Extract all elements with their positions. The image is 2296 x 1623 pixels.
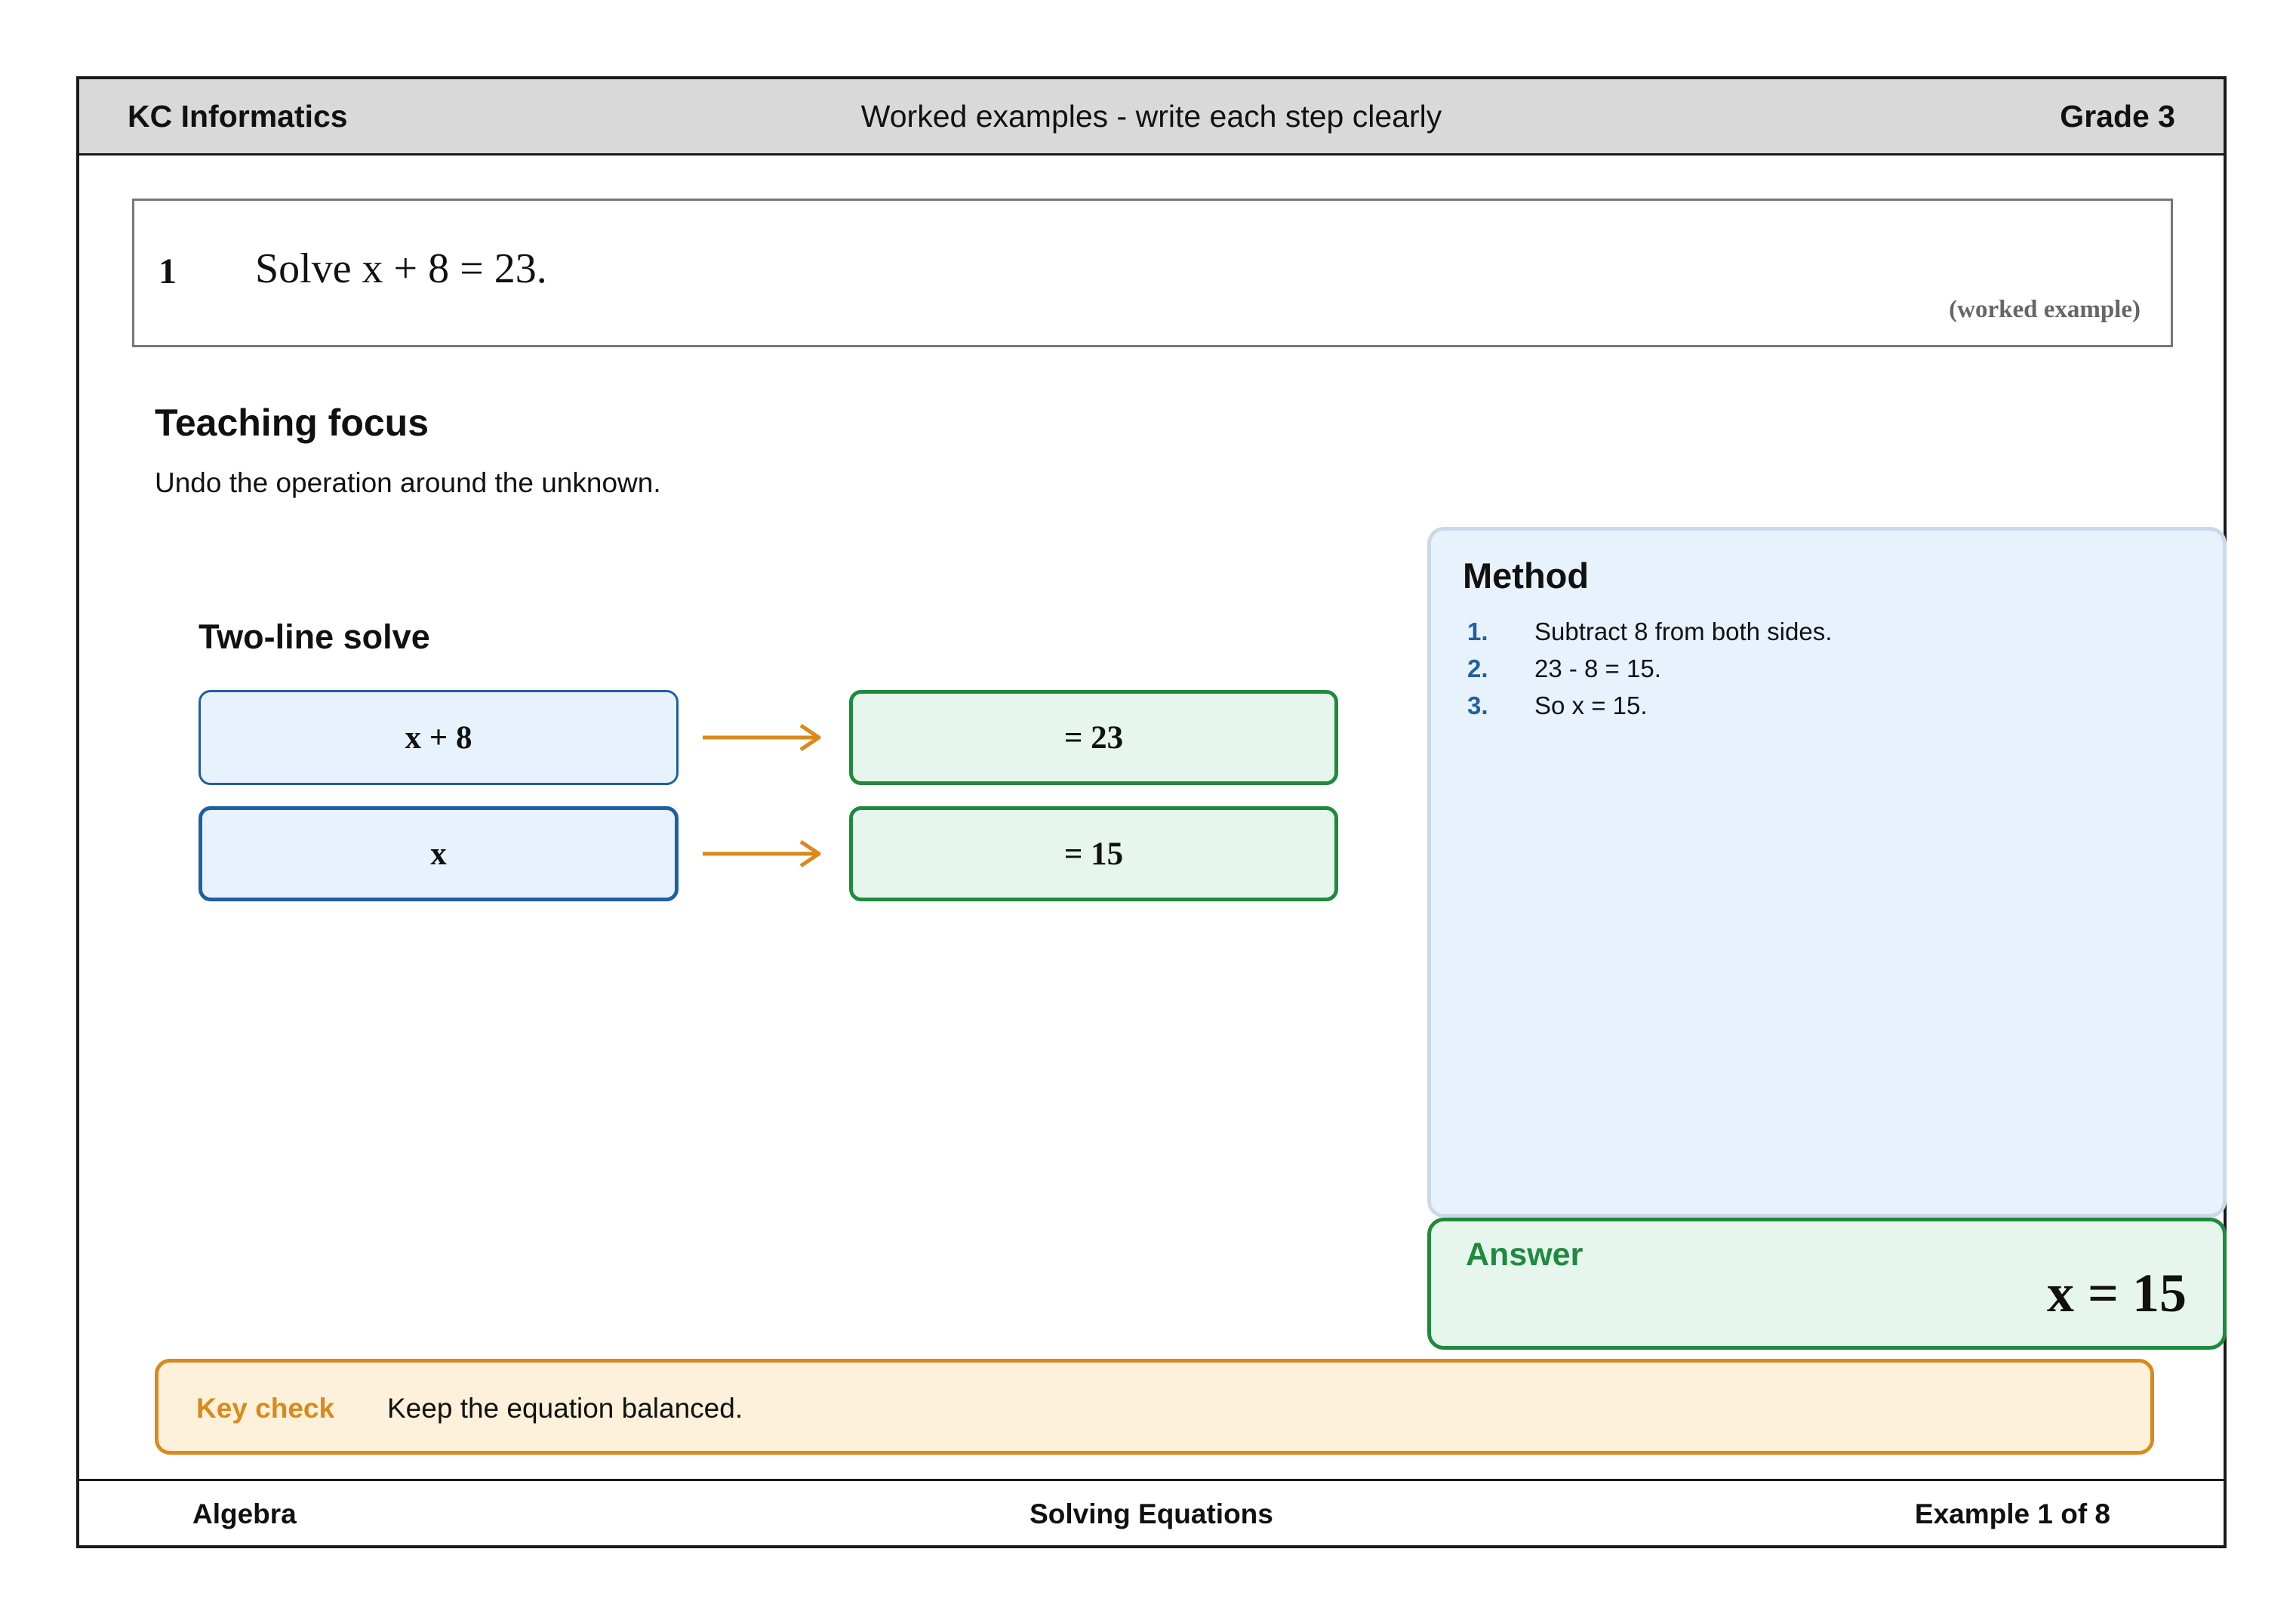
method-step-number: 2. <box>1467 654 1488 682</box>
question-text: Solve x + 8 = 23. <box>255 245 547 292</box>
page-footer: Algebra Solving Equations Example 1 of 8 <box>79 1479 2224 1545</box>
grade-label: Grade 3 <box>2060 99 2175 134</box>
answer-label: Answer <box>1466 1236 1584 1273</box>
key-check-text: Keep the equation balanced. <box>387 1393 743 1424</box>
arrow-right-icon <box>703 839 821 868</box>
arrow-right-icon <box>703 723 821 752</box>
solve-row-2-right: = 15 <box>849 806 1338 901</box>
method-step-number: 1. <box>1467 617 1488 645</box>
method-title: Method <box>1463 556 1590 596</box>
question-number: 1 <box>159 251 177 291</box>
teaching-focus-title: Teaching focus <box>155 402 429 444</box>
page-title: Worked examples - write each step clearl… <box>860 99 1442 134</box>
worksheet-page: KC Informatics Worked examples - write e… <box>76 76 2227 1548</box>
method-step-text: Subtract 8 from both sides. <box>1534 617 1833 645</box>
key-check-label: Key check <box>196 1393 335 1424</box>
solve-row-1-left: x + 8 <box>199 690 679 785</box>
answer-panel: Answer x = 15 <box>1427 1218 2227 1350</box>
solve-row-1-right: = 23 <box>849 690 1338 785</box>
method-step: 2. 23 - 8 = 15. <box>1467 654 1832 691</box>
method-step-number: 3. <box>1467 691 1488 719</box>
solve-row-2-left: x <box>199 806 679 901</box>
answer-value: x = 15 <box>2046 1263 2187 1323</box>
two-line-solve-title: Two-line solve <box>199 617 430 656</box>
method-steps-list: 1. Subtract 8 from both sides. 2. 23 - 8… <box>1467 617 1832 728</box>
teaching-focus-text: Undo the operation around the unknown. <box>155 467 661 498</box>
footer-unit: Solving Equations <box>1030 1498 1273 1529</box>
key-check-box: Key check Keep the equation balanced. <box>155 1359 2154 1455</box>
method-step: 3. So x = 15. <box>1467 691 1832 728</box>
page-header: KC Informatics Worked examples - write e… <box>79 79 2224 156</box>
method-panel: Method 1. Subtract 8 from both sides. 2.… <box>1427 527 2227 1218</box>
method-step-text: So x = 15. <box>1534 691 1648 719</box>
worked-example-tag: (worked example) <box>1949 296 2141 323</box>
method-step: 1. Subtract 8 from both sides. <box>1467 617 1832 654</box>
method-step-text: 23 - 8 = 15. <box>1534 654 1661 682</box>
footer-progress: Example 1 of 8 <box>1914 1498 2110 1529</box>
question-box: 1 Solve x + 8 = 23. (worked example) <box>132 199 2173 347</box>
